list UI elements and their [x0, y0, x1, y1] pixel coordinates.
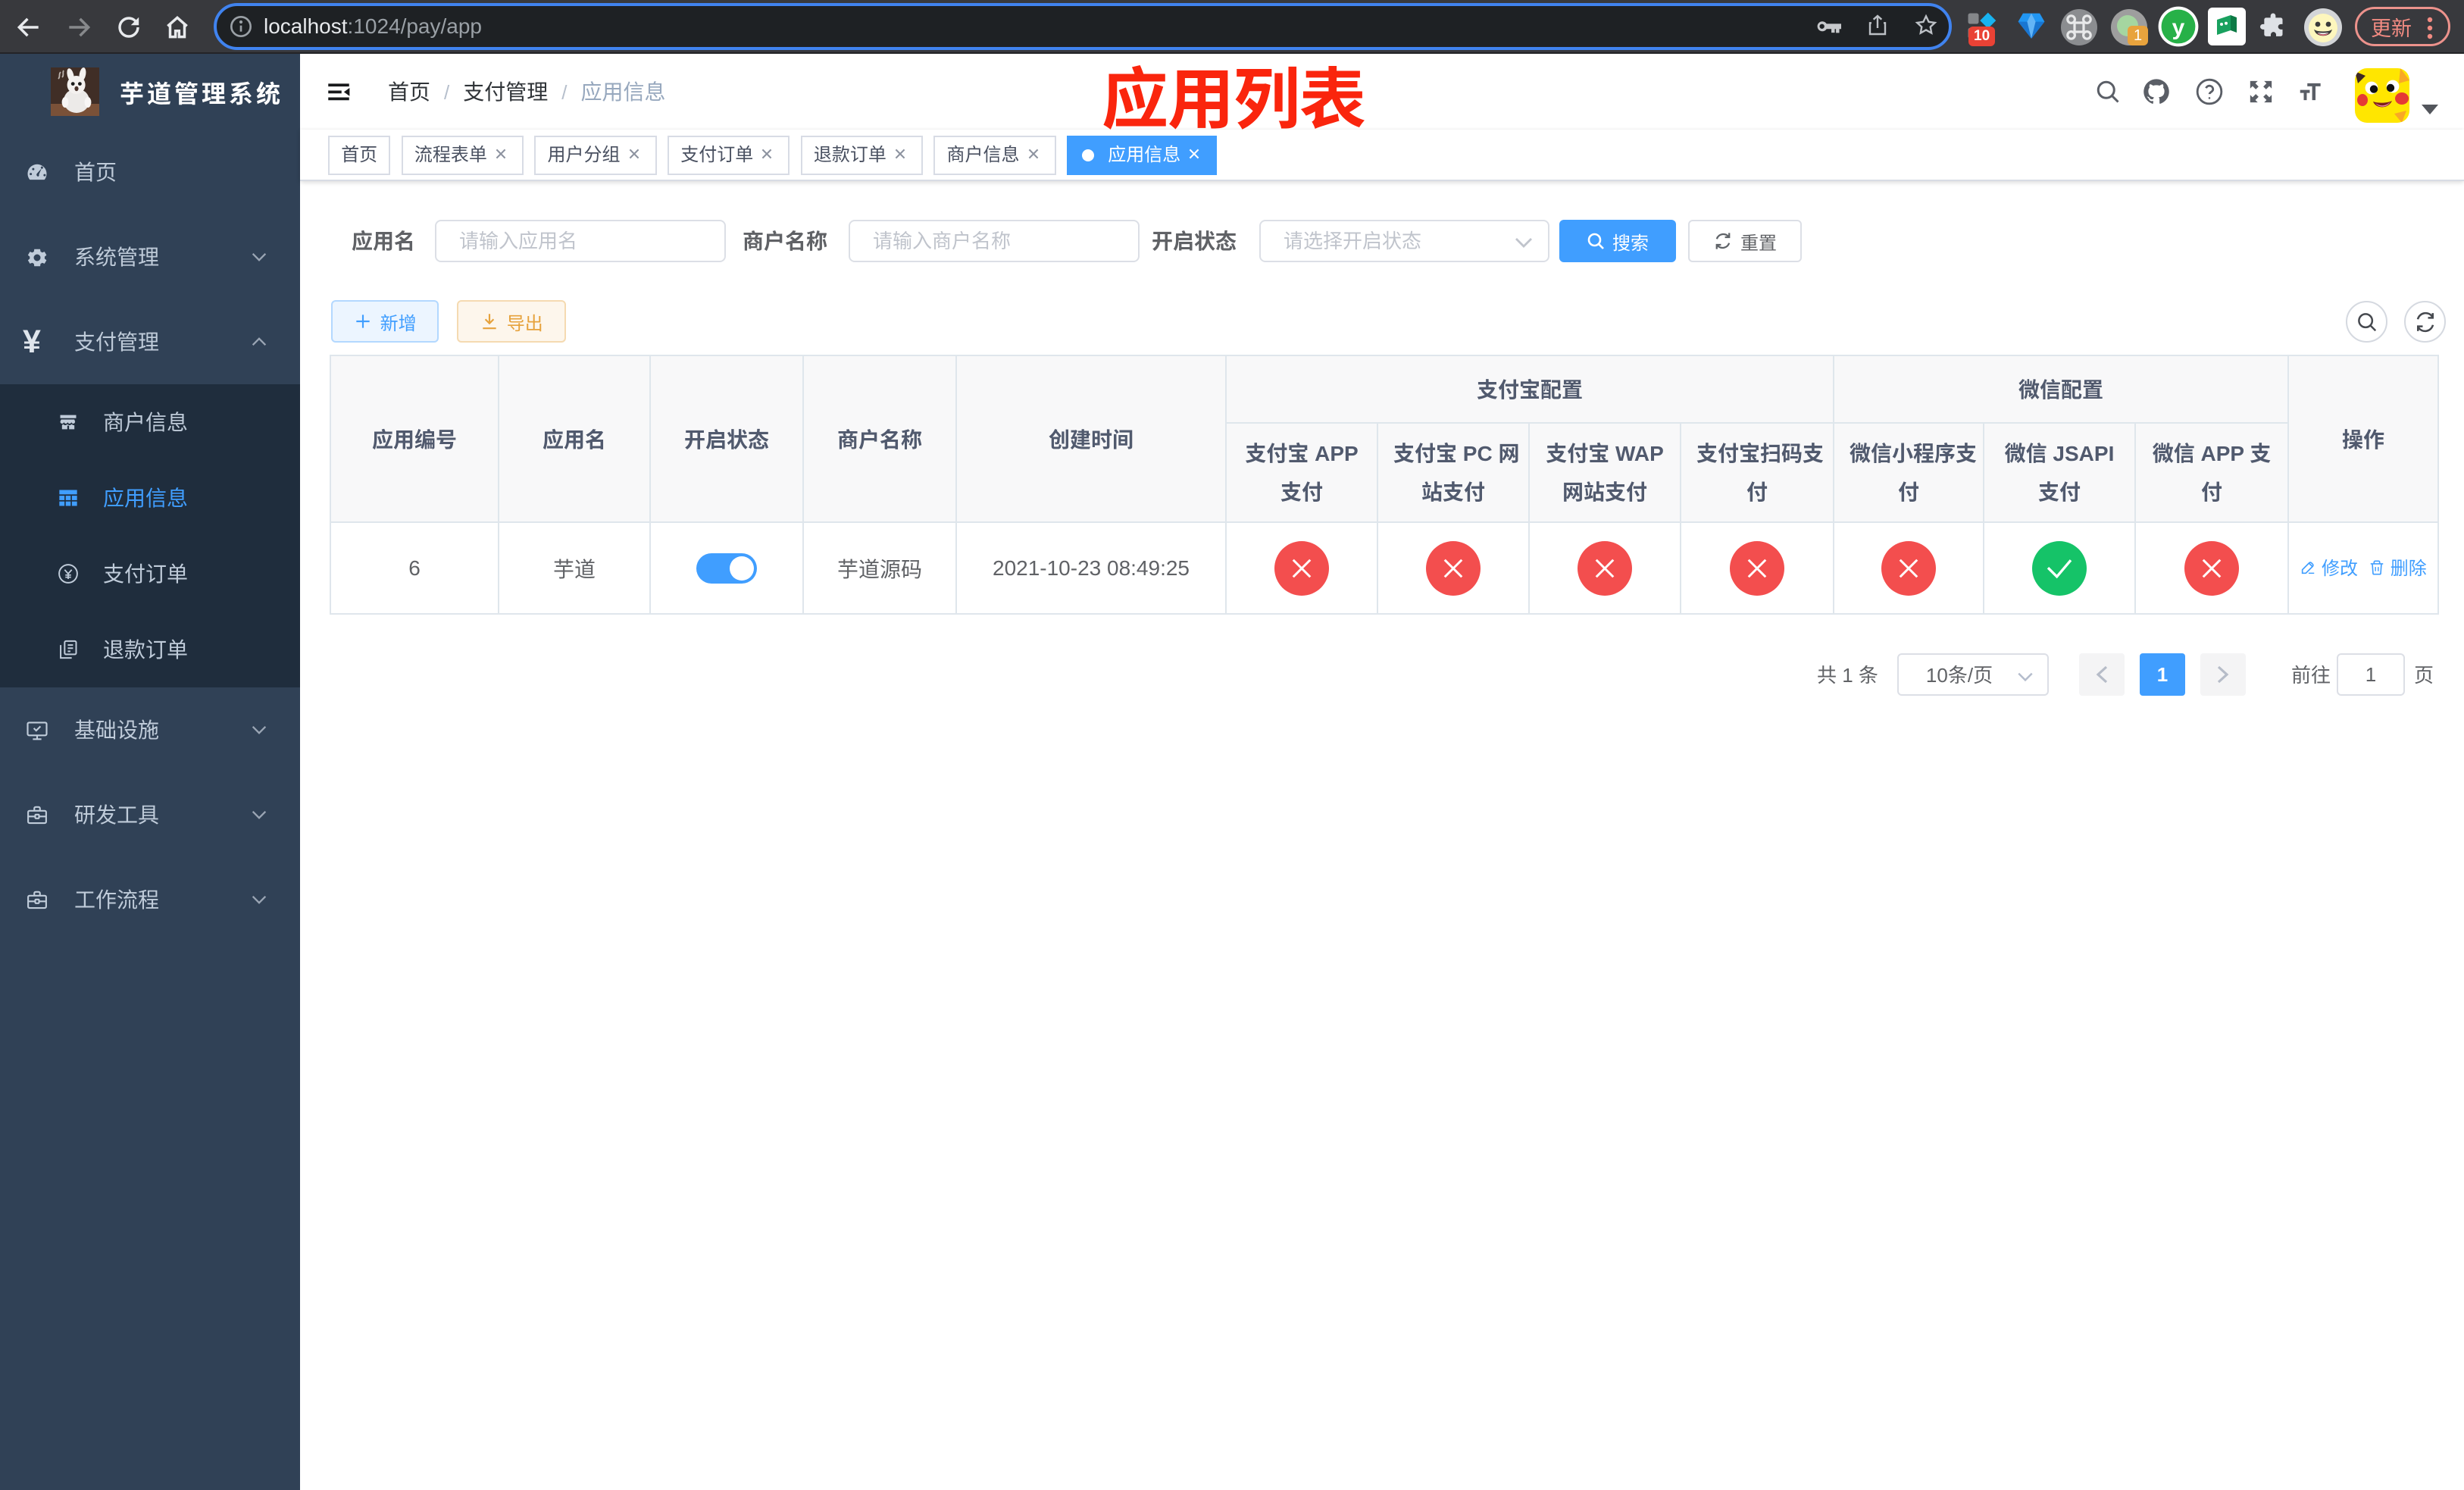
- svg-text:y: y: [2172, 15, 2185, 40]
